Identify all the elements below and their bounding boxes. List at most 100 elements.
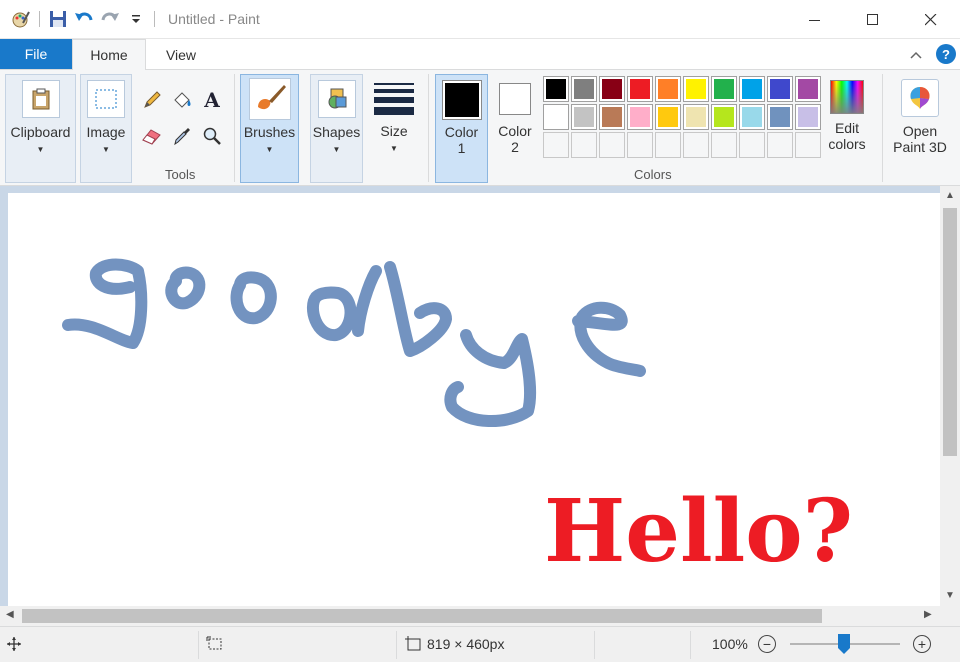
- swatch-fill: [602, 79, 622, 99]
- minimize-icon[interactable]: [786, 0, 844, 39]
- horizontal-scroll-thumb[interactable]: [22, 609, 822, 623]
- edit-colors-button[interactable]: Edit colors: [824, 74, 870, 183]
- custom-color-slot[interactable]: [739, 132, 765, 158]
- palette-swatch[interactable]: [795, 104, 821, 130]
- vertical-scroll-thumb[interactable]: [943, 208, 957, 456]
- maximize-icon[interactable]: [844, 0, 902, 39]
- selection-size-icon: [206, 636, 224, 655]
- close-icon[interactable]: [902, 0, 960, 39]
- palette-swatch[interactable]: [739, 76, 765, 102]
- zoom-in-button[interactable]: +: [913, 635, 931, 653]
- line-size-icon: [374, 80, 414, 118]
- redo-icon[interactable]: [99, 8, 121, 30]
- drawing-canvas[interactable]: Hello?: [8, 193, 940, 606]
- palette-swatch[interactable]: [683, 76, 709, 102]
- palette-swatch[interactable]: [795, 76, 821, 102]
- paint-app-icon[interactable]: [10, 8, 32, 30]
- custom-color-slot[interactable]: [711, 132, 737, 158]
- customize-qat-icon[interactable]: [125, 8, 147, 30]
- tab-file[interactable]: File: [0, 39, 72, 69]
- horizontal-scrollbar[interactable]: ◀ ▶: [0, 606, 960, 626]
- vertical-scrollbar[interactable]: ▲ ▼: [940, 186, 960, 606]
- swatch-fill: [714, 107, 734, 127]
- size-button[interactable]: Size ▼: [368, 74, 420, 183]
- collapse-ribbon-icon[interactable]: [910, 47, 922, 62]
- ribbon-right-controls: ?: [910, 44, 956, 64]
- swatch-fill: [770, 107, 790, 127]
- color2-button[interactable]: Color 2: [492, 74, 538, 183]
- edit-colors-label-line2: colors: [828, 136, 866, 152]
- palette-swatch[interactable]: [599, 76, 625, 102]
- palette-swatch[interactable]: [655, 104, 681, 130]
- open-paint3d-button[interactable]: Open Paint 3D: [888, 74, 952, 183]
- palette-swatch[interactable]: [711, 76, 737, 102]
- move-cursor-icon: [6, 636, 22, 655]
- palette-swatch[interactable]: [739, 104, 765, 130]
- eraser-icon[interactable]: [140, 124, 164, 148]
- chevron-down-icon: ▼: [102, 145, 110, 154]
- chevron-down-icon: ▼: [36, 145, 45, 154]
- swatch-fill: [602, 107, 622, 127]
- palette-swatch[interactable]: [627, 76, 653, 102]
- colors-group-label: Colors: [634, 167, 672, 182]
- palette-swatch[interactable]: [655, 76, 681, 102]
- palette-swatch[interactable]: [571, 76, 597, 102]
- save-icon[interactable]: [47, 8, 69, 30]
- chevron-down-icon: ▼: [390, 144, 398, 153]
- chevron-down-icon: ▼: [332, 145, 341, 154]
- qat-separator: [39, 11, 40, 27]
- palette-swatch[interactable]: [599, 104, 625, 130]
- palette-swatch[interactable]: [767, 104, 793, 130]
- custom-color-slot[interactable]: [599, 132, 625, 158]
- custom-color-slot[interactable]: [571, 132, 597, 158]
- palette-swatch[interactable]: [711, 104, 737, 130]
- brushes-button[interactable]: Brushes ▼: [240, 74, 299, 183]
- custom-color-slot[interactable]: [627, 132, 653, 158]
- open-paint3d-label-line2: Paint 3D: [893, 139, 947, 155]
- swatch-fill: [686, 79, 706, 99]
- custom-color-slot[interactable]: [767, 132, 793, 158]
- window-controls: [786, 0, 960, 39]
- magnifier-icon[interactable]: [200, 124, 224, 148]
- swatch-fill: [574, 107, 594, 127]
- swatch-fill: [574, 79, 594, 99]
- custom-color-slot[interactable]: [543, 132, 569, 158]
- fill-icon[interactable]: [170, 88, 194, 112]
- palette-swatch[interactable]: [627, 104, 653, 130]
- palette-swatch[interactable]: [543, 76, 569, 102]
- scroll-down-icon[interactable]: ▼: [945, 590, 955, 601]
- palette-swatch[interactable]: [683, 104, 709, 130]
- palette-swatch[interactable]: [543, 104, 569, 130]
- color-picker-icon[interactable]: [170, 124, 194, 148]
- goodbye-handwriting: [62, 258, 646, 427]
- divider: [882, 74, 883, 182]
- custom-color-slot[interactable]: [655, 132, 681, 158]
- text-icon[interactable]: A: [200, 88, 224, 112]
- scroll-left-icon[interactable]: ◀: [6, 609, 14, 620]
- swatch-fill: [658, 107, 678, 127]
- undo-icon[interactable]: [73, 8, 95, 30]
- zoom-slider-thumb[interactable]: [838, 634, 850, 654]
- color1-button[interactable]: Color 1: [435, 74, 488, 183]
- help-icon[interactable]: ?: [936, 44, 956, 64]
- zoom-out-button[interactable]: −: [758, 635, 776, 653]
- divider: [198, 631, 199, 659]
- scroll-up-icon[interactable]: ▲: [945, 190, 955, 201]
- pencil-icon[interactable]: [140, 88, 164, 112]
- color-spectrum-icon: [830, 80, 864, 114]
- clipboard-button[interactable]: Clipboard ▼: [5, 74, 76, 183]
- custom-color-slot[interactable]: [683, 132, 709, 158]
- shapes-button[interactable]: Shapes ▼: [310, 74, 363, 183]
- swatch-fill: [546, 107, 566, 127]
- image-button[interactable]: Image ▼: [80, 74, 132, 183]
- tab-home[interactable]: Home: [72, 39, 146, 70]
- quick-access-toolbar: [10, 7, 158, 31]
- clipboard-icon: [21, 80, 60, 118]
- custom-color-slot[interactable]: [795, 132, 821, 158]
- palette-swatch[interactable]: [571, 104, 597, 130]
- divider: [594, 631, 595, 659]
- palette-swatch[interactable]: [767, 76, 793, 102]
- scroll-right-icon[interactable]: ▶: [924, 609, 932, 620]
- tab-view[interactable]: View: [146, 39, 216, 70]
- color2-label-line1: Color: [498, 123, 532, 139]
